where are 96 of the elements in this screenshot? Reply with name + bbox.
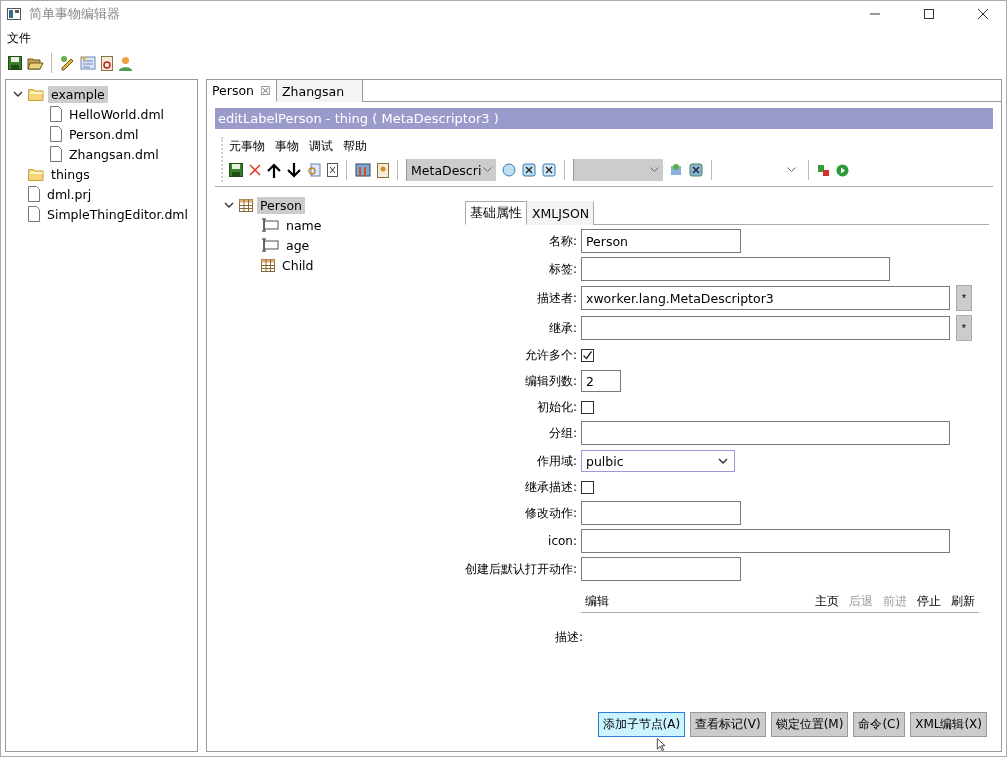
field-label: 编辑列数: xyxy=(523,372,577,390)
file-icon xyxy=(28,206,40,222)
tree-item[interactable]: age xyxy=(283,236,313,254)
browse-button[interactable]: * xyxy=(956,285,972,311)
text-field[interactable] xyxy=(581,501,741,525)
property-tab[interactable]: 基础属性 xyxy=(465,201,527,225)
menu-item[interactable]: 文件 xyxy=(7,29,31,47)
editor-tab[interactable]: Zhangsan xyxy=(277,80,363,102)
window-title: 简单事物编辑器 xyxy=(29,5,121,23)
action-button[interactable]: 添加子节点(A) xyxy=(597,712,686,737)
x-icon[interactable] xyxy=(522,163,536,177)
field-label: 允许多个: xyxy=(523,346,577,364)
checkbox[interactable] xyxy=(581,480,594,494)
folder-icon xyxy=(28,87,44,101)
tree-item[interactable]: Child xyxy=(279,256,317,274)
menu-item[interactable]: 帮助 xyxy=(343,137,367,155)
table-icon xyxy=(261,258,275,272)
file-icon xyxy=(28,186,40,202)
tree-item[interactable]: things xyxy=(48,165,93,183)
tab-close-button[interactable]: ☒ xyxy=(260,83,271,98)
text-field[interactable] xyxy=(581,257,890,281)
bookmark-icon[interactable] xyxy=(377,162,389,178)
close-icon[interactable] xyxy=(978,9,988,19)
action-button[interactable]: 锁定位置(M) xyxy=(770,712,849,737)
tree-item[interactable]: Person.dml xyxy=(66,125,142,143)
caret-icon xyxy=(483,167,492,173)
editor-tab[interactable]: Person ☒ xyxy=(207,80,277,102)
text-field[interactable]: xworker.lang.MetaDescriptor3 xyxy=(581,286,950,310)
text-field[interactable] xyxy=(581,557,741,581)
field-label: 修改动作: xyxy=(523,504,577,522)
open-folder-icon[interactable] xyxy=(27,56,44,70)
field-label: 创建后默认打开动作: xyxy=(463,560,577,578)
table-icon xyxy=(239,198,253,212)
caret-icon xyxy=(718,457,728,465)
field-label: 继承: xyxy=(547,319,577,337)
text-field[interactable] xyxy=(581,421,950,445)
page-icon[interactable] xyxy=(101,55,113,71)
search-icon[interactable] xyxy=(307,163,321,177)
x-icon[interactable] xyxy=(542,163,556,177)
field-label: 分组: xyxy=(547,424,577,442)
menu-item[interactable]: 元事物 xyxy=(229,137,265,155)
field-label: 名称: xyxy=(547,232,577,250)
checkbox[interactable] xyxy=(581,400,594,414)
dropdown[interactable]: pulbic xyxy=(581,450,735,472)
delete-icon[interactable] xyxy=(249,164,261,176)
field-label: 作用域: xyxy=(535,452,577,470)
text-field-icon xyxy=(261,218,279,232)
file-icon xyxy=(50,106,62,122)
text-field[interactable]: 2 xyxy=(581,370,621,392)
field-label: 初始化: xyxy=(535,398,577,416)
save-icon[interactable] xyxy=(8,56,22,70)
action-button[interactable]: 命令(C) xyxy=(853,712,906,737)
action-button[interactable]: XML编辑(X) xyxy=(910,712,987,737)
field-label: 描述: xyxy=(555,630,584,644)
tree-item[interactable]: name xyxy=(283,216,325,234)
arrow-up-icon[interactable] xyxy=(267,162,281,178)
action-button[interactable]: 查看标记(V) xyxy=(690,712,766,737)
edit-link[interactable]: 编辑 xyxy=(585,593,609,610)
tree-item[interactable]: Person xyxy=(257,196,305,214)
maximize-icon[interactable] xyxy=(924,9,934,19)
field-label: 标签: xyxy=(547,260,577,278)
file-icon xyxy=(50,126,62,142)
text-field[interactable] xyxy=(581,316,950,340)
descriptor-dropdown[interactable]: MetaDescri xyxy=(406,159,496,181)
tree-item[interactable]: dml.prj xyxy=(44,185,95,203)
text-field[interactable] xyxy=(581,529,950,553)
pencil-icon[interactable] xyxy=(59,55,75,71)
field-label: 描述者: xyxy=(535,289,577,307)
run-stop-icon[interactable] xyxy=(817,163,830,177)
browser-link[interactable]: 刷新 xyxy=(951,593,975,610)
folder-icon xyxy=(28,167,44,181)
field-label: icon: xyxy=(547,534,577,548)
menu-item[interactable]: 事物 xyxy=(275,137,299,155)
browser-link[interactable]: 主页 xyxy=(815,593,839,610)
play-icon[interactable] xyxy=(836,163,849,177)
text-field-icon xyxy=(261,238,279,252)
document-icon[interactable] xyxy=(327,163,338,177)
checkbox[interactable] xyxy=(581,348,594,362)
tree-item[interactable]: Zhangsan.dml xyxy=(66,145,162,163)
tree-item[interactable]: example xyxy=(48,85,108,103)
arrow-down-icon[interactable] xyxy=(287,162,301,178)
globe-icon[interactable] xyxy=(502,163,516,177)
text-field[interactable]: Person xyxy=(581,229,741,253)
property-tab[interactable]: XMLJSON xyxy=(527,201,595,225)
save-icon[interactable] xyxy=(229,163,243,177)
tree-item[interactable]: HelloWorld.dml xyxy=(66,105,168,123)
caret-icon xyxy=(650,167,659,173)
browse-button[interactable]: * xyxy=(956,315,972,341)
menu-item[interactable]: 调试 xyxy=(309,137,333,155)
file-icon xyxy=(50,146,62,162)
editor-header: editLabelPerson - thing ( MetaDescriptor3 ) xyxy=(215,108,993,129)
app-icon xyxy=(7,8,21,20)
field-label: 继承描述: xyxy=(523,478,577,496)
person-icon[interactable] xyxy=(118,55,133,71)
tree-item[interactable]: SimpleThingEditor.dml xyxy=(44,205,191,223)
browser-link[interactable]: 停止 xyxy=(917,593,941,610)
